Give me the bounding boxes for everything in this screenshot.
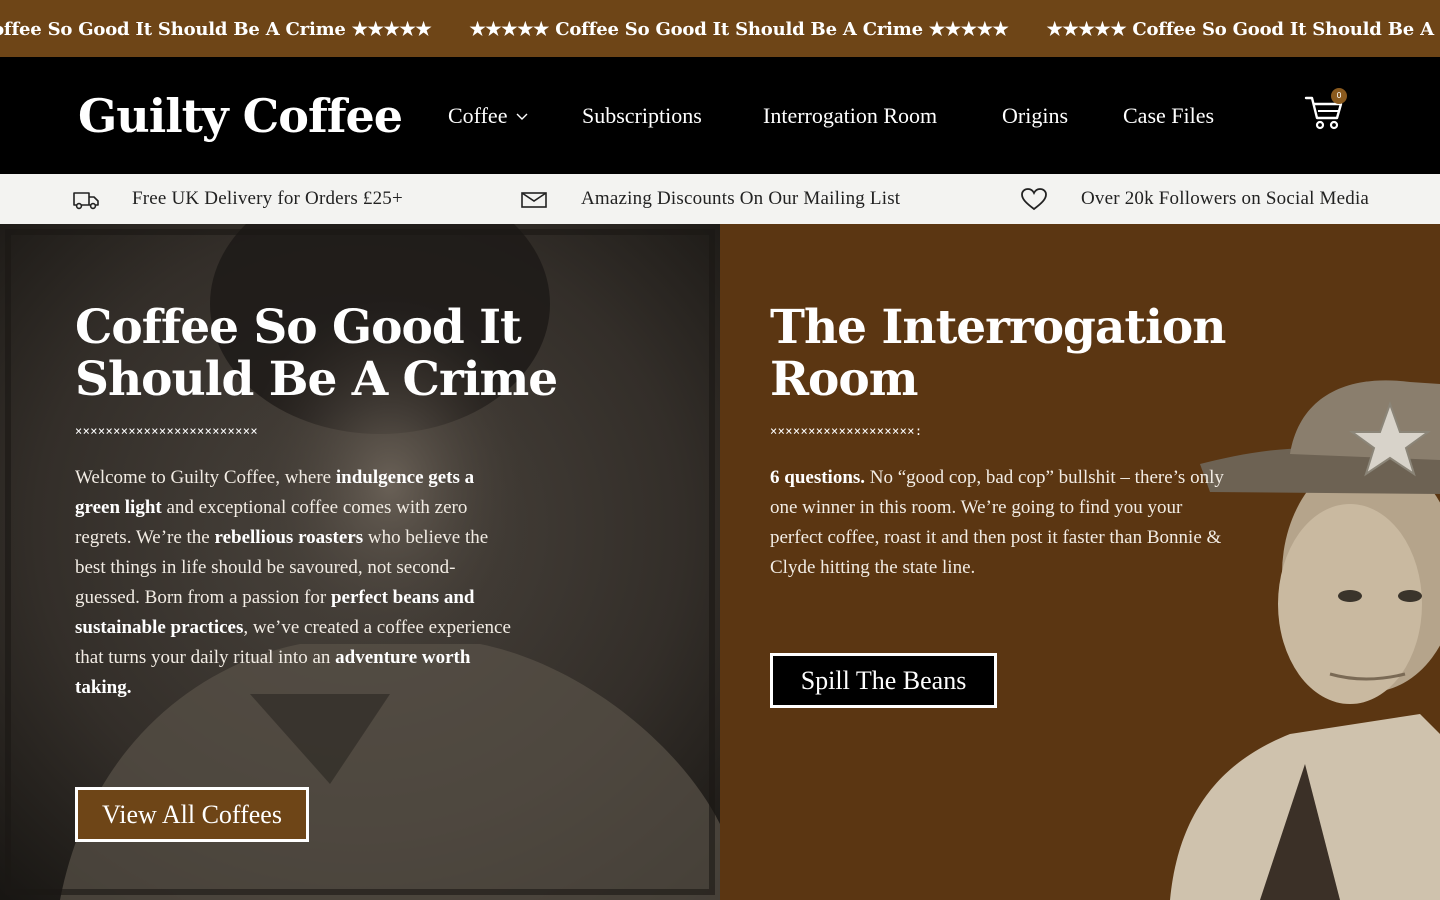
hero-title: Coffee So Good It Should Be A Crime xyxy=(75,300,558,407)
nav-item-label: Coffee xyxy=(448,103,508,128)
site-header: Guilty Coffee Coffee Subscriptions Inter… xyxy=(0,58,1440,174)
chevron-down-icon xyxy=(516,113,528,120)
interrogation-title-line: Room xyxy=(770,352,919,407)
hero-title-line: Coffee So Good It xyxy=(75,300,522,355)
decorative-divider: ×××××××××××××××××××××××× xyxy=(75,424,258,438)
nav-item-case-files[interactable]: Case Files xyxy=(1123,102,1214,130)
benefit-mailing-text: Amazing Discounts On Our Mailing List xyxy=(581,188,901,209)
marquee-track: Coffee So Good It Should Be A Crime ★★★★… xyxy=(0,0,1440,57)
site-logo[interactable]: Guilty Coffee xyxy=(78,86,403,146)
hero-intro-text: Welcome to Guilty Coffee, where indulgen… xyxy=(75,463,515,703)
text-run: Welcome to Guilty Coffee, where xyxy=(75,467,336,488)
spill-the-beans-button[interactable]: Spill The Beans xyxy=(770,653,997,708)
interrogation-title-line: The Interrogation xyxy=(770,300,1226,355)
decorative-divider: ×××××××××××××××××××: xyxy=(770,424,923,438)
marquee-item: ★★★★★ Coffee So Good It Should Be A Crim… xyxy=(1046,18,1440,40)
hero-interrogation-panel: The Interrogation Room ×××××××××××××××××… xyxy=(720,224,1440,900)
nav-item-interrogation-room[interactable]: Interrogation Room xyxy=(763,102,937,130)
view-all-coffees-button[interactable]: View All Coffees xyxy=(75,787,309,842)
marquee-item: ★★★★★ Coffee So Good It Should Be A Crim… xyxy=(469,18,1009,40)
delivery-van-icon xyxy=(73,192,99,210)
hero-title-line: Should Be A Crime xyxy=(75,352,558,407)
benefit-social-text: Over 20k Followers on Social Media xyxy=(1081,188,1370,209)
interrogation-title: The Interrogation Room xyxy=(770,300,1226,407)
benefits-bar: Free UK Delivery for Orders £25+ Amazing… xyxy=(0,174,1440,224)
cart-count-badge: 0 xyxy=(1331,88,1347,104)
interrogation-text: 6 questions. No “good cop, bad cop” bull… xyxy=(770,463,1230,583)
marquee-item: Coffee So Good It Should Be A Crime ★★★★… xyxy=(0,18,432,40)
announcement-marquee: Coffee So Good It Should Be A Crime ★★★★… xyxy=(0,0,1440,58)
text-emphasis: 6 questions. xyxy=(770,467,866,488)
text-emphasis: rebellious roasters xyxy=(214,527,364,548)
nav-item-subscriptions[interactable]: Subscriptions xyxy=(582,102,702,130)
nav-item-coffee[interactable]: Coffee xyxy=(448,102,529,130)
heart-icon xyxy=(1021,188,1047,211)
nav-item-origins[interactable]: Origins xyxy=(1002,102,1068,130)
envelope-icon xyxy=(521,192,547,208)
sheriff-portrait-image xyxy=(1170,380,1440,900)
hero-coffee-panel: Coffee So Good It Should Be A Crime ××××… xyxy=(0,224,720,900)
benefit-delivery-text: Free UK Delivery for Orders £25+ xyxy=(132,188,403,209)
